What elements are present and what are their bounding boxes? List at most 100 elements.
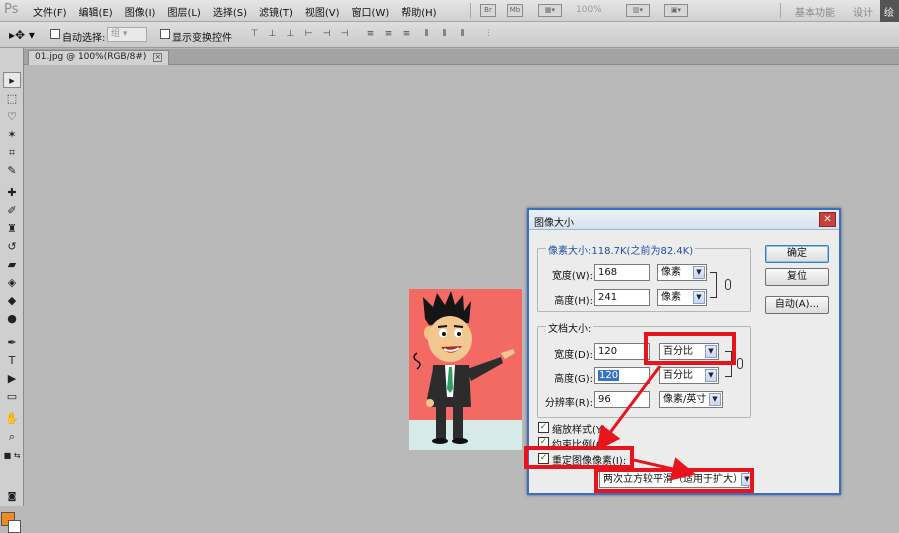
- align-left-icon[interactable]: ⊢: [302, 28, 315, 41]
- eraser-tool-icon[interactable]: ▰: [3, 257, 21, 273]
- paint-bucket-tool-icon[interactable]: ◈: [3, 275, 21, 291]
- chevron-down-icon: ▼: [693, 291, 705, 304]
- auto-select-checkbox[interactable]: [50, 29, 60, 39]
- distribute-top-icon[interactable]: ≡: [364, 28, 377, 41]
- show-transform-checkbox[interactable]: [160, 29, 170, 39]
- minibridge-icon[interactable]: Mb: [507, 4, 523, 17]
- canvas-image: [409, 289, 522, 450]
- pixel-height-label: 高度(H):: [554, 296, 593, 307]
- distribute-vcenter-icon[interactable]: ≡: [382, 28, 395, 41]
- doc-width-input[interactable]: 120: [594, 343, 650, 360]
- tools-panel: ▸ ⬚ ♡ ✶ ⌗ ✎ ✚ ✐ ♜ ↺ ▰ ◈ ◆ ● ✒ T ▶ ▭ ✋ ⌕ …: [0, 48, 24, 533]
- pixel-height-unit-select[interactable]: 像素 ▼: [657, 289, 707, 306]
- distribute-hcenter-icon[interactable]: ⫴: [438, 28, 451, 41]
- quick-mask-icon[interactable]: ◙: [3, 489, 21, 505]
- zoom-tool-icon[interactable]: ⌕: [3, 429, 21, 445]
- healing-brush-tool-icon[interactable]: ✚: [3, 185, 21, 201]
- view-extras-icon[interactable]: ▦▾: [538, 4, 562, 17]
- pen-tool-icon[interactable]: ✒: [3, 335, 21, 351]
- marquee-tool-icon[interactable]: ⬚: [3, 91, 21, 107]
- menu-help[interactable]: 帮助(H): [401, 4, 436, 19]
- move-tool-preset-icon[interactable]: ▸✥ ▾: [9, 28, 35, 42]
- close-icon[interactable]: ✕: [819, 212, 836, 227]
- chain-link-icon: [737, 358, 743, 369]
- shape-tool-icon[interactable]: ▭: [3, 389, 21, 405]
- hand-tool-icon[interactable]: ✋: [3, 411, 21, 427]
- auto-align-icon[interactable]: ⫶: [482, 28, 495, 41]
- doc-height-input[interactable]: 120: [594, 367, 650, 384]
- workspace-painting[interactable]: 绘: [880, 0, 899, 22]
- app-logo: Ps: [4, 2, 19, 17]
- show-transform-label: 显示变换控件: [172, 33, 232, 44]
- history-brush-tool-icon[interactable]: ↺: [3, 239, 21, 255]
- pixel-height-input[interactable]: 241: [594, 289, 650, 306]
- lasso-tool-icon[interactable]: ♡: [3, 109, 21, 125]
- screen-mode-icon[interactable]: ▣▾: [664, 4, 688, 17]
- scale-styles-label: 缩放样式(Y): [552, 425, 606, 436]
- align-vcenter-icon[interactable]: ⊥: [266, 28, 279, 41]
- path-select-tool-icon[interactable]: ▶: [3, 371, 21, 387]
- distribute-right-icon[interactable]: ⫴: [456, 28, 469, 41]
- clone-stamp-tool-icon[interactable]: ♜: [3, 221, 21, 237]
- close-icon[interactable]: ×: [153, 53, 163, 62]
- bridge-icon[interactable]: Br: [480, 4, 496, 17]
- auto-button[interactable]: 自动(A)...: [765, 296, 829, 314]
- doc-height-value: 120: [598, 370, 620, 381]
- distribute-left-icon[interactable]: ⫴: [420, 28, 433, 41]
- dodge-tool-icon[interactable]: ●: [3, 311, 21, 327]
- cartoon-businessman-illustration: [409, 291, 522, 450]
- annotation-box-width-unit: [644, 332, 736, 365]
- menu-file[interactable]: 文件(F): [33, 4, 67, 19]
- resolution-unit: 像素/英寸: [663, 394, 707, 405]
- pixel-width-input[interactable]: 168: [594, 264, 650, 281]
- menu-bar: Ps 文件(F) 编辑(E) 图像(I) 图层(L) 选择(S) 滤镜(T) 视…: [0, 0, 899, 22]
- doc-height-unit-select[interactable]: 百分比 ▼: [659, 367, 719, 384]
- reset-button[interactable]: 复位: [765, 268, 829, 286]
- pixel-width-unit-select[interactable]: 像素 ▼: [657, 264, 707, 281]
- align-bottom-icon[interactable]: ⊥: [284, 28, 297, 41]
- swap-colors-icon[interactable]: ■ ⇆: [3, 448, 21, 464]
- scale-styles-checkbox[interactable]: ✓: [538, 422, 549, 433]
- menu-select[interactable]: 选择(S): [213, 4, 247, 19]
- arrange-documents-icon[interactable]: ▥▾: [626, 4, 650, 17]
- menu-image[interactable]: 图像(I): [125, 4, 156, 19]
- background-color-swatch[interactable]: [8, 520, 21, 533]
- quick-select-tool-icon[interactable]: ✶: [3, 127, 21, 143]
- type-tool-icon[interactable]: T: [3, 353, 21, 369]
- chevron-down-icon: ▼: [705, 369, 717, 382]
- workspace-design[interactable]: 设计: [853, 4, 873, 19]
- align-top-icon[interactable]: ⊤: [248, 28, 261, 41]
- options-bar: ▸✥ ▾ 自动选择: 组 ▾ 显示变换控件 ⊤ ⊥ ⊥ ⊢ ⊣ ⊣ ≡ ≡ ≡ …: [0, 22, 899, 48]
- document-tab-title: 01.jpg @ 100%(RGB/8#): [35, 52, 147, 62]
- doc-height-label: 高度(G):: [554, 374, 593, 385]
- chevron-down-icon: ▼: [709, 393, 721, 406]
- auto-select-value: 组: [111, 29, 121, 39]
- ok-button[interactable]: 确定: [765, 245, 829, 263]
- annotation-box-resample: [524, 446, 634, 469]
- blur-tool-icon[interactable]: ◆: [3, 293, 21, 309]
- move-tool-icon[interactable]: ▸: [3, 72, 21, 88]
- distribute-bottom-icon[interactable]: ≡: [400, 28, 413, 41]
- document-tab-bar: 01.jpg @ 100%(RGB/8#) ×: [24, 49, 899, 65]
- menu-window[interactable]: 窗口(W): [352, 4, 390, 19]
- pixel-width-label: 宽度(W):: [551, 271, 593, 282]
- chevron-down-icon: ▼: [693, 266, 705, 279]
- auto-select-dropdown[interactable]: 组 ▾: [107, 27, 147, 42]
- annotation-box-method: [594, 468, 754, 493]
- dialog-titlebar[interactable]: 图像大小 ✕: [529, 210, 839, 230]
- doc-height-unit: 百分比: [663, 370, 693, 381]
- workspace-essentials[interactable]: 基本功能: [795, 4, 835, 19]
- menu-filter[interactable]: 滤镜(T): [259, 4, 293, 19]
- menu-layer[interactable]: 图层(L): [167, 4, 200, 19]
- zoom-level[interactable]: 100%: [576, 5, 602, 15]
- resolution-input[interactable]: 96: [594, 391, 650, 408]
- align-hcenter-icon[interactable]: ⊣: [320, 28, 333, 41]
- menu-view[interactable]: 视图(V): [305, 4, 340, 19]
- eyedropper-tool-icon[interactable]: ✎: [3, 163, 21, 179]
- crop-tool-icon[interactable]: ⌗: [3, 145, 21, 161]
- resolution-unit-select[interactable]: 像素/英寸 ▼: [659, 391, 723, 408]
- menu-edit[interactable]: 编辑(E): [79, 4, 113, 19]
- document-tab[interactable]: 01.jpg @ 100%(RGB/8#) ×: [28, 50, 170, 65]
- align-right-icon[interactable]: ⊣: [338, 28, 351, 41]
- brush-tool-icon[interactable]: ✐: [3, 203, 21, 219]
